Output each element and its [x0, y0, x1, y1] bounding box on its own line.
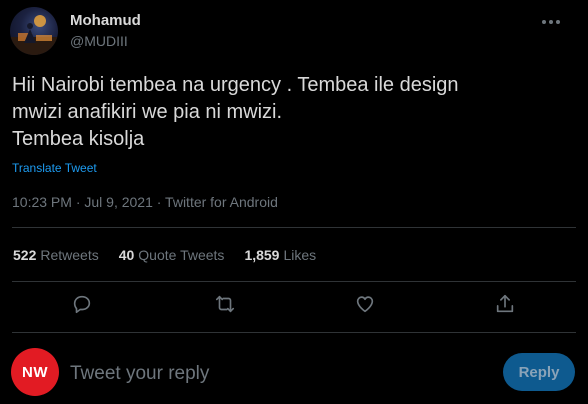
divider — [12, 227, 576, 228]
retweet-icon — [215, 295, 235, 313]
likes-label: Likes — [283, 247, 317, 263]
tweet-text-line: mwizi anafikiri we pia ni mwizi. — [12, 101, 283, 123]
like-button[interactable] — [352, 291, 378, 317]
more-options-icon[interactable] — [536, 12, 566, 32]
engagement-stats: 522 Retweets 40 Quote Tweets 1,859 Likes — [13, 247, 316, 263]
likes-stat[interactable]: 1,859 Likes — [244, 247, 316, 263]
share-button[interactable] — [492, 291, 518, 317]
quote-tweets-stat[interactable]: 40 Quote Tweets — [119, 247, 225, 263]
likes-count: 1,859 — [244, 247, 280, 263]
retweets-count: 522 — [13, 247, 37, 263]
tweet-text-line: Tembea kisolja — [12, 128, 145, 150]
reply-submit-button[interactable]: Reply — [503, 353, 575, 391]
author-handle[interactable]: @MUDIII — [70, 33, 128, 49]
tweet-text: Hii Nairobi tembea na urgency . Tembea i… — [12, 72, 572, 153]
retweets-stat[interactable]: 522 Retweets — [13, 247, 99, 263]
reply-button[interactable] — [69, 291, 95, 317]
reply-icon — [73, 295, 91, 314]
tweet-text-line: Hii Nairobi tembea na urgency . Tembea i… — [12, 74, 459, 96]
heart-icon — [356, 296, 374, 313]
profile-photo-icon — [10, 15, 58, 55]
tweet-actions — [0, 291, 588, 317]
tweet-timestamp-source[interactable]: 10:23 PM · Jul 9, 2021 · Twitter for And… — [12, 194, 278, 210]
author-name[interactable]: Mohamud — [70, 12, 141, 29]
quote-tweets-label: Quote Tweets — [138, 247, 225, 263]
tweet-detail: Mohamud @MUDIII Hii Nairobi tembea na ur… — [0, 0, 588, 404]
retweets-label: Retweets — [40, 247, 99, 263]
reply-user-avatar[interactable]: NW — [11, 348, 59, 396]
divider — [12, 281, 576, 282]
retweet-button[interactable] — [212, 291, 238, 317]
divider — [12, 332, 576, 333]
translate-tweet-link[interactable]: Translate Tweet — [12, 161, 97, 175]
share-icon — [496, 294, 514, 313]
author-avatar[interactable] — [10, 7, 58, 55]
reply-input[interactable] — [70, 360, 490, 388]
quote-tweets-count: 40 — [118, 247, 135, 263]
